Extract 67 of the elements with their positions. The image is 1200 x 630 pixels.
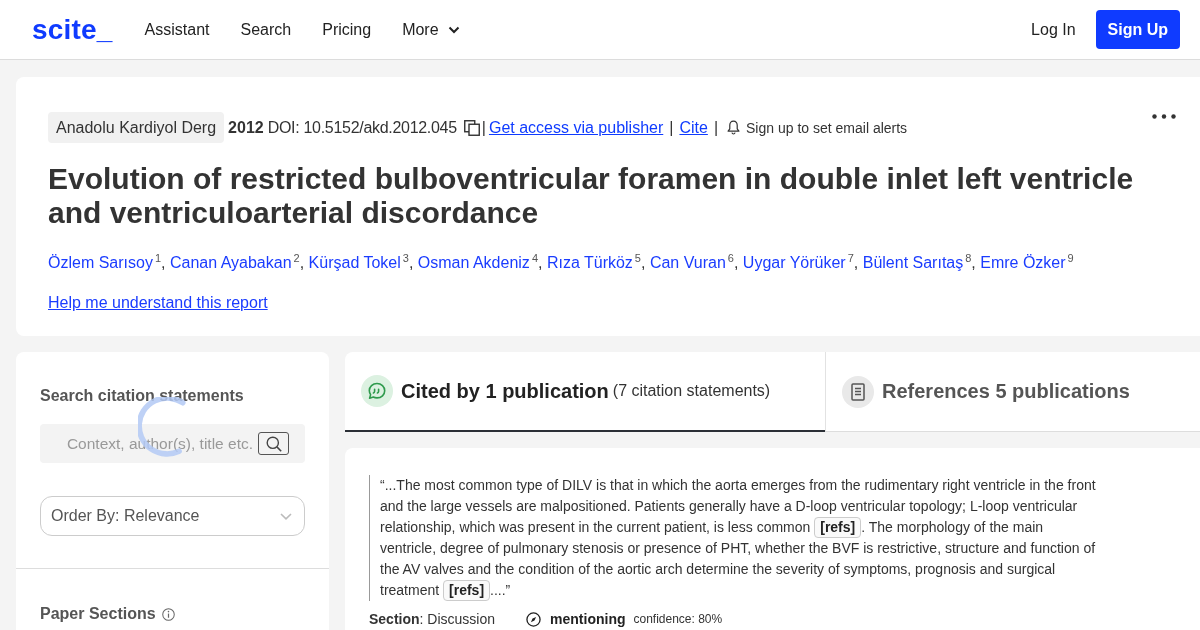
copy-icon[interactable] xyxy=(463,119,480,136)
chevron-down-icon xyxy=(447,25,460,34)
separator: | xyxy=(481,118,486,137)
author-separator: , xyxy=(641,254,646,272)
bell-icon[interactable] xyxy=(727,120,741,135)
info-icon[interactable] xyxy=(161,607,175,621)
search-field[interactable]: Context, author(s), title etc. xyxy=(40,424,305,463)
more-options-icon[interactable] xyxy=(1152,114,1176,119)
search-title: Search citation statements xyxy=(40,386,245,406)
search-icon xyxy=(265,435,282,452)
author-separator: , xyxy=(299,254,305,272)
nav-link[interactable]: Pricing xyxy=(322,19,372,40)
affiliation-number: 6 xyxy=(727,252,734,264)
order-by-dropdown[interactable]: Order By: Relevance xyxy=(40,496,305,536)
affiliation-number: 3 xyxy=(402,252,409,264)
search-button[interactable] xyxy=(258,432,289,455)
quote-bubble-icon xyxy=(361,375,393,407)
help-link[interactable]: Help me understand this report xyxy=(48,293,268,314)
paper-sections-title: Paper Sections xyxy=(40,604,156,624)
meta-link[interactable]: Get access via publisher xyxy=(488,118,664,137)
meta-link[interactable]: Cite xyxy=(679,118,708,137)
author-separator: , xyxy=(538,254,543,272)
affiliation-number: 5 xyxy=(634,252,641,264)
author-separator: , xyxy=(161,254,166,272)
report-title: Evolution of restricted bulboventricular foramen in double inlet left ventricle and ventriculoarterial discordance xyxy=(48,162,1135,230)
author-separator: , xyxy=(971,254,976,272)
affiliation-number: 1 xyxy=(154,252,162,264)
author-separator: , xyxy=(408,254,414,272)
author-link[interactable]: Rıza Türköz xyxy=(546,254,633,272)
document-icon xyxy=(842,375,874,408)
affiliation-number: 4 xyxy=(531,252,538,264)
author-link[interactable]: Uygar Yörüker xyxy=(742,254,846,272)
author-separator: , xyxy=(733,254,739,272)
sign-up-button[interactable]: Sign Up xyxy=(1095,10,1180,49)
refs-link[interactable]: [refs] xyxy=(443,580,491,601)
author-link[interactable]: Osman Akdeniz xyxy=(417,254,530,272)
journal-tag: Anadolu Kardiyol Derg xyxy=(48,112,225,143)
author-separator: , xyxy=(853,254,859,272)
nav-menu[interactable]: More xyxy=(402,19,460,40)
affiliation-number: 9 xyxy=(1067,252,1074,264)
author-link[interactable]: Canan Ayabakan xyxy=(169,254,292,272)
affiliation-number: 2 xyxy=(293,252,300,264)
compass-icon xyxy=(526,611,542,627)
tab[interactable]: Cited by 1 publication (7 citation statements) xyxy=(345,352,825,432)
refs-link[interactable]: [refs] xyxy=(814,517,862,538)
nav-link[interactable]: Search xyxy=(240,19,292,40)
email-alerts-link[interactable]: Sign up to set email alerts xyxy=(746,119,908,136)
nav-link[interactable]: Assistant xyxy=(144,19,210,40)
citation-quote: “...The most common type of DILV is that in which the aorta emerges from the rudimentary right ventricle in the front and the large vessels are malpositioned. Patients generally have a D-loop ventricular topology; L-loop ventricular relationship, which was present in the current patient, is less common [refs] . The morphology of the main ventricle, degree of pulmonary stenosis or presence of PHT, whether the BVF is restrictive, structure and function of the AV valves and the condition of the aortic arch determine the severity of symptoms, prognosis and surgical treatment [refs] ....” xyxy=(369,475,1100,601)
author-link[interactable]: Emre Özker xyxy=(980,254,1066,272)
publication-year: 2012 xyxy=(228,118,264,137)
classification-label: mentioning xyxy=(550,610,626,628)
logo[interactable]: scite_ xyxy=(32,13,113,46)
doi-text: DOI: 10.5152/akd.2012.045 xyxy=(267,118,457,137)
confidence-text: confidence: 80% xyxy=(633,611,723,628)
author-link[interactable]: Kürşad Tokel xyxy=(308,254,401,272)
separator: | xyxy=(713,118,719,137)
affiliation-number: 8 xyxy=(965,252,972,264)
author-link[interactable]: Bülent Sarıtaş xyxy=(862,254,964,272)
log-in-link[interactable]: Log In xyxy=(1031,19,1076,40)
tab[interactable]: References 5 publications xyxy=(825,352,1200,432)
citation-section: Section: Discussion xyxy=(369,610,496,628)
affiliation-number: 7 xyxy=(847,252,854,264)
author-link[interactable]: Can Vuran xyxy=(649,254,726,272)
separator: | xyxy=(669,118,674,137)
chevron-down-icon xyxy=(280,512,292,520)
author-link[interactable]: Özlem Sarısoy xyxy=(48,254,153,272)
